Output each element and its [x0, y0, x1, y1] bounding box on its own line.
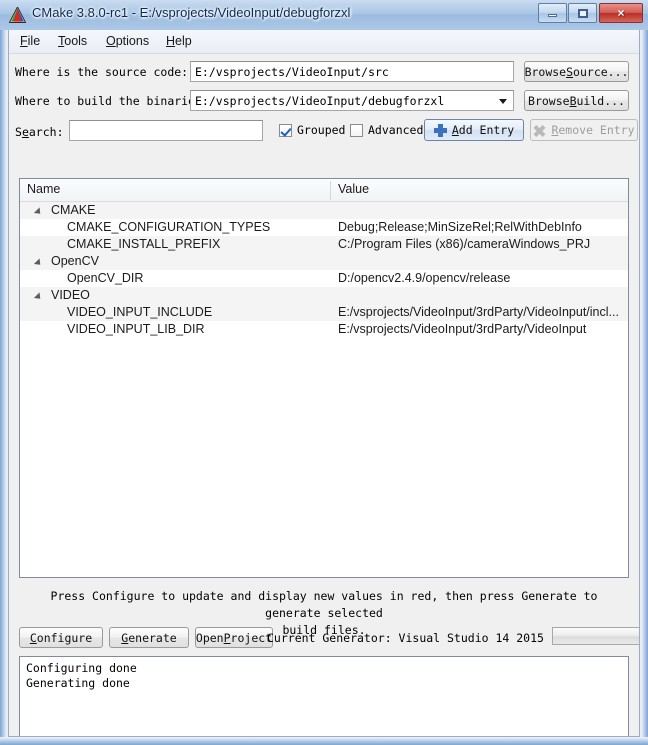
open-project-mnemonic: P	[223, 630, 231, 645]
table-row[interactable]: OpenCV_DIR D:/opencv2.4.9/opencv/release	[20, 270, 628, 287]
cell-value: Debug;Release;MinSizeRel;RelWithDebInfo	[338, 220, 582, 234]
build-path-value: E:/vsprojects/VideoInput/debugforzxl	[195, 94, 445, 108]
menu-file[interactable]: File	[15, 33, 45, 49]
advanced-checkbox-box[interactable]	[350, 123, 363, 137]
close-icon: ×	[617, 6, 625, 20]
maximize-button[interactable]	[568, 3, 597, 23]
cell-name: VIDEO	[51, 288, 90, 302]
menu-bar: File Tools Options Help	[9, 30, 639, 54]
browse-build-button[interactable]: Browse Build...	[524, 90, 629, 111]
close-button[interactable]: ×	[599, 3, 643, 23]
table-body: CMAKE CMAKE_CONFIGURATION_TYPES Debug;Rele…	[20, 202, 628, 338]
generate-button[interactable]: Generate	[109, 627, 189, 648]
table-row[interactable]: CMAKE_CONFIGURATION_TYPES Debug;Release;M…	[20, 219, 628, 236]
remove-entry-mnemonic: R	[551, 123, 559, 137]
cache-entries-table[interactable]: Name Value CMAKE CMAKE_CONFIGURATION_TYPE…	[19, 178, 629, 578]
column-header-name[interactable]: Name	[27, 182, 60, 196]
watermark-text: http://blog.csdn.net/mqqiao	[415, 736, 625, 737]
browse-build-label-pre: Browse	[528, 93, 570, 108]
table-row[interactable]: VIDEO_INPUT_LIB_DIR E:/vsprojects/VideoIn…	[20, 321, 628, 338]
output-log-text: Configuring done Generating done	[26, 661, 137, 690]
table-header-row: Name Value	[20, 179, 628, 202]
add-entry-button[interactable]: Add Entry	[424, 119, 524, 141]
cmake-triangle-icon	[9, 7, 26, 23]
generate-label-post: enerate	[128, 630, 177, 645]
cell-name: CMAKE	[51, 203, 96, 217]
plus-icon	[433, 123, 447, 137]
window-frame-bottom-edge	[0, 737, 648, 745]
application-window: CMake 3.8.0-rc1 - E:/vsprojects/VideoInp…	[0, 0, 648, 745]
table-row[interactable]: VIDEO	[20, 287, 628, 304]
grouped-checkbox-box[interactable]	[279, 123, 292, 137]
cell-name: VIDEO_INPUT_LIB_DIR	[67, 322, 205, 336]
source-path-label: Where is the source code:	[15, 65, 189, 79]
column-header-value[interactable]: Value	[338, 182, 369, 196]
cell-value: C:/Program Files (x86)/cameraWindows_PRJ	[338, 237, 591, 251]
add-entry-mnemonic: A	[451, 123, 459, 137]
progress-bar	[552, 627, 639, 645]
browse-source-button[interactable]: Browse Source...	[524, 61, 629, 82]
window-frame-left-edge	[0, 0, 8, 745]
browse-source-label-pre: Browse	[524, 64, 567, 79]
expand-triangle-icon[interactable]	[33, 207, 44, 217]
build-path-combo[interactable]: E:/vsprojects/VideoInput/debugforzxl	[190, 90, 514, 111]
cell-value: D:/opencv2.4.9/opencv/release	[338, 271, 511, 285]
build-path-label: Where to build the binaries:	[15, 94, 209, 108]
configure-label-post: onfigure	[36, 630, 93, 645]
open-project-button[interactable]: Open Project	[195, 627, 273, 648]
chevron-down-icon[interactable]	[499, 99, 507, 104]
configure-button[interactable]: Configure	[19, 627, 103, 648]
remove-entry-button: Remove Entry	[530, 119, 638, 141]
table-row[interactable]: CMAKE	[20, 202, 628, 219]
window-frame-right-edge	[640, 0, 648, 745]
grouped-checkbox[interactable]: Grouped	[279, 123, 345, 137]
cell-name: CMAKE_INSTALL_PREFIX	[67, 237, 221, 251]
search-label: Search:	[15, 125, 64, 139]
search-input[interactable]	[69, 120, 263, 141]
open-project-label-post: roject	[230, 630, 273, 645]
menu-tools[interactable]: Tools	[53, 33, 92, 49]
cell-value: E:/vsprojects/VideoInput/3rdParty/VideoI…	[338, 305, 619, 319]
current-generator-label: Current Generator: Visual Studio 14 2015	[267, 631, 544, 645]
remove-x-icon	[533, 124, 546, 137]
add-entry-label-post: dd Entry	[458, 123, 515, 137]
cell-name: OpenCV_DIR	[67, 271, 144, 285]
cell-name: VIDEO_INPUT_INCLUDE	[67, 305, 213, 319]
table-row[interactable]: OpenCV	[20, 253, 628, 270]
maximize-icon	[569, 4, 596, 22]
cell-name: OpenCV	[51, 254, 99, 268]
advanced-checkbox[interactable]: Advanced	[350, 123, 423, 137]
status-line-1: Press Configure to update and display ne…	[50, 589, 598, 620]
cell-name: CMAKE_CONFIGURATION_TYPES	[67, 220, 271, 234]
menu-help[interactable]: Help	[161, 33, 197, 49]
client-area: File Tools Options Help Where is the sou…	[8, 30, 640, 737]
expand-triangle-icon[interactable]	[33, 292, 44, 302]
configure-mnemonic: C	[29, 630, 37, 645]
advanced-checkbox-label: Advanced	[368, 123, 424, 137]
remove-entry-label-post: emove Entry	[558, 123, 635, 137]
expand-triangle-icon[interactable]	[33, 258, 44, 268]
output-log[interactable]: Configuring done Generating done http://…	[19, 656, 629, 737]
browse-build-mnemonic: B	[569, 93, 577, 108]
table-row[interactable]: VIDEO_INPUT_INCLUDE E:/vsprojects/VideoIn…	[20, 304, 628, 321]
window-title: CMake 3.8.0-rc1 - E:/vsprojects/VideoInp…	[32, 5, 351, 20]
table-row[interactable]: CMAKE_INSTALL_PREFIX C:/Program Files (x8…	[20, 236, 628, 253]
browse-build-label-post: uild...	[576, 93, 625, 108]
minimize-button[interactable]	[538, 3, 567, 23]
menu-options[interactable]: Options	[101, 33, 154, 49]
browse-source-label-post: ource...	[573, 64, 629, 79]
generate-mnemonic: G	[121, 630, 129, 645]
grouped-checkbox-label: Grouped	[297, 123, 346, 137]
column-divider[interactable]	[330, 181, 331, 200]
source-path-input[interactable]: E:/vsprojects/VideoInput/src	[190, 61, 514, 82]
minimize-icon	[539, 4, 566, 22]
title-bar[interactable]: CMake 3.8.0-rc1 - E:/vsprojects/VideoInp…	[0, 0, 648, 30]
browse-source-mnemonic: S	[566, 64, 574, 79]
open-project-label-pre: Open	[195, 630, 224, 645]
cell-value: E:/vsprojects/VideoInput/3rdParty/VideoI…	[338, 322, 587, 336]
